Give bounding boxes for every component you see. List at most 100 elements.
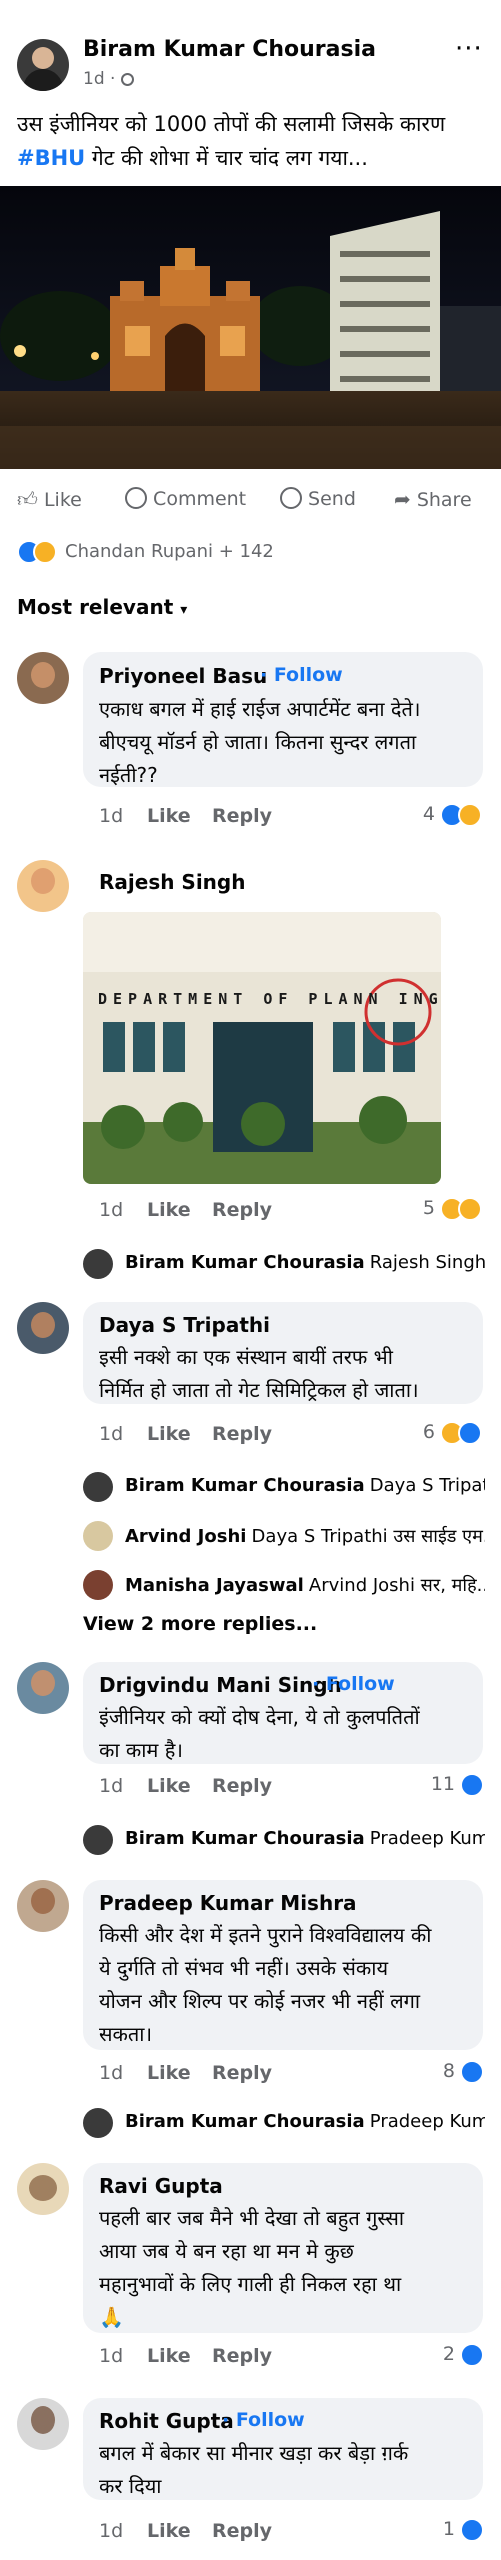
follow-button[interactable]: · Follow	[260, 664, 343, 686]
post-photo[interactable]	[0, 186, 501, 469]
reaction-count[interactable]: 8	[415, 2060, 455, 2082]
reply-avatar[interactable]	[83, 1570, 113, 1600]
post-text-line1: उस इंजीनियर को 1000 तोपों की सलामी जिसके…	[17, 112, 446, 136]
comment-author[interactable]: Rajesh Singh	[99, 870, 245, 894]
comment-like-button[interactable]: Like	[147, 805, 191, 827]
reactions-count: Chandan Rupani + 142	[65, 541, 274, 562]
thumbs-up-icon: 👍︎	[17, 487, 38, 511]
post-meta: 1d ·	[83, 69, 134, 89]
like-action[interactable]: 👍︎ Like	[17, 487, 82, 512]
comment-line: एकाध बगल में हाई राईज अपार्टमेंट बना देत…	[99, 697, 421, 721]
comment-author[interactable]: Drigvindu Mani Singh	[99, 1673, 342, 1697]
reply-preview[interactable]: Biram Kumar Chourasia Pradeep Kum...	[125, 2111, 485, 2132]
author-avatar[interactable]	[17, 39, 69, 91]
haha-reaction-icon	[458, 803, 482, 827]
reply-avatar[interactable]	[83, 1521, 113, 1551]
comment-reply-button[interactable]: Reply	[212, 2062, 272, 2084]
messenger-icon	[280, 487, 302, 509]
comment-time: 1d	[99, 1775, 124, 1797]
comment-like-button[interactable]: Like	[147, 1423, 191, 1445]
reaction-count[interactable]: 1	[415, 2518, 455, 2540]
reply-avatar[interactable]	[83, 2108, 113, 2138]
reply-preview[interactable]: Biram Kumar Chourasia Pradeep Kum...	[125, 1828, 485, 1849]
comment-like-button[interactable]: Like	[147, 1775, 191, 1797]
comment-line: योजन और शिल्प पर कोई नजर भी नहीं लगा	[99, 1989, 421, 2013]
reply-author: Biram Kumar Chourasia	[125, 1252, 365, 1273]
comment-like-button[interactable]: Like	[147, 2062, 191, 2084]
send-action-label: Send	[308, 488, 356, 510]
reaction-count[interactable]: 4	[400, 803, 435, 825]
comment-avatar[interactable]	[17, 2398, 69, 2450]
comment-avatar[interactable]	[17, 2163, 69, 2215]
comment-line: कर दिया	[99, 2474, 162, 2498]
send-action[interactable]: Send	[280, 487, 356, 510]
post-time: 1d ·	[83, 69, 121, 89]
reply-author: Biram Kumar Chourasia	[125, 2111, 365, 2132]
more-options-button[interactable]: ···	[455, 34, 483, 64]
comment-avatar[interactable]	[17, 1302, 69, 1354]
comment-image[interactable]: DEPARTMENT OF PLANN ING	[83, 912, 441, 1184]
comment-avatar[interactable]	[17, 860, 69, 912]
reply-author: Biram Kumar Chourasia	[125, 1828, 365, 1849]
wow-reaction-icon	[458, 1197, 482, 1221]
comment-reply-button[interactable]: Reply	[212, 1775, 272, 1797]
reply-author: Manisha Jayaswal	[125, 1575, 304, 1596]
like-action-label: Like	[43, 489, 82, 511]
comment-line: का काम है।	[99, 1738, 183, 1762]
comment-time: 1d	[99, 2520, 124, 2542]
comment-text: एकाध बगल में हाई राईज अपार्टमेंट बना देत…	[99, 693, 420, 792]
post-author-name[interactable]: Biram Kumar Chourasia	[83, 37, 376, 62]
comment-avatar[interactable]	[17, 1662, 69, 1714]
comment-line: इसी नक्शे का एक संस्थान बायीं तरफ भी	[99, 1345, 393, 1369]
reply-text: Pradeep Kum...	[369, 1828, 485, 1849]
reply-preview[interactable]: Biram Kumar Chourasia Rajesh Singh...	[125, 1252, 485, 1273]
comment-line: आया जब ये बन रहा था मन मे कुछ	[99, 2239, 354, 2263]
reaction-count[interactable]: 6	[400, 1421, 435, 1443]
comment-line: बीएचयू मॉडर्न हो जाता। कितना सुन्दर लगता	[99, 730, 417, 754]
like-reaction-icon	[460, 2343, 484, 2367]
reply-preview[interactable]: Arvind Joshi Daya S Tripathi उस साईड एम.…	[125, 1524, 485, 1548]
share-action[interactable]: ➦ Share	[394, 487, 472, 511]
comment-time: 1d	[99, 2345, 124, 2367]
comment-author[interactable]: Daya S Tripathi	[99, 1313, 270, 1337]
reply-avatar[interactable]	[83, 1825, 113, 1855]
reaction-count[interactable]: 2	[415, 2343, 455, 2365]
folded-hands-emoji: 🙏	[99, 2305, 124, 2329]
hashtag-link[interactable]: #BHU	[17, 146, 85, 170]
follow-button-label: Follow	[235, 2409, 305, 2431]
comment-like-button[interactable]: Like	[147, 2520, 191, 2542]
comment-like-button[interactable]: Like	[147, 2345, 191, 2367]
comment-reply-button[interactable]: Reply	[212, 1423, 272, 1445]
reply-avatar[interactable]	[83, 1249, 113, 1279]
comment-author[interactable]: Priyoneel Basu	[99, 664, 267, 688]
comment-author[interactable]: Pradeep Kumar Mishra	[99, 1891, 357, 1915]
comment-reply-button[interactable]: Reply	[212, 1199, 272, 1221]
globe-icon	[120, 73, 134, 86]
reply-avatar[interactable]	[83, 1472, 113, 1502]
comment-line: किसी और देश में इतने पुराने विश्वविद्याल…	[99, 1923, 432, 1947]
follow-button[interactable]: · Follow	[312, 1673, 395, 1695]
comment-time: 1d	[99, 1423, 124, 1445]
reply-preview[interactable]: Manisha Jayaswal Arvind Joshi सर, महि...	[125, 1573, 485, 1597]
reply-text: Pradeep Kum...	[369, 2111, 485, 2132]
sort-dropdown[interactable]: Most relevant ▾	[17, 595, 187, 619]
view-more-replies-link[interactable]: View 2 more replies...	[83, 1613, 317, 1635]
post-text-line2: गेट की शोभा में चार चांद लग गया...	[85, 146, 368, 170]
comment-reply-button[interactable]: Reply	[212, 805, 272, 827]
comment-action[interactable]: Comment	[125, 487, 246, 510]
post-text: उस इंजीनियर को 1000 तोपों की सलामी जिसके…	[17, 107, 487, 175]
share-action-label: Share	[416, 489, 472, 511]
comment-author[interactable]: Ravi Gupta	[99, 2174, 223, 2198]
comment-reply-button[interactable]: Reply	[212, 2345, 272, 2367]
reply-preview[interactable]: Biram Kumar Chourasia Daya S Tripath...	[125, 1475, 485, 1496]
reaction-count[interactable]: 11	[415, 1773, 455, 1795]
bhu-gate-night-photo	[0, 186, 501, 469]
follow-button[interactable]: · Follow	[222, 2409, 305, 2431]
comment-avatar[interactable]	[17, 652, 69, 704]
comment-reply-button[interactable]: Reply	[212, 2520, 272, 2542]
comment-line: सकता।	[99, 2022, 153, 2046]
reaction-count[interactable]: 5	[400, 1197, 435, 1219]
comment-author[interactable]: Rohit Gupta	[99, 2409, 234, 2433]
comment-avatar[interactable]	[17, 1880, 69, 1932]
comment-like-button[interactable]: Like	[147, 1199, 191, 1221]
